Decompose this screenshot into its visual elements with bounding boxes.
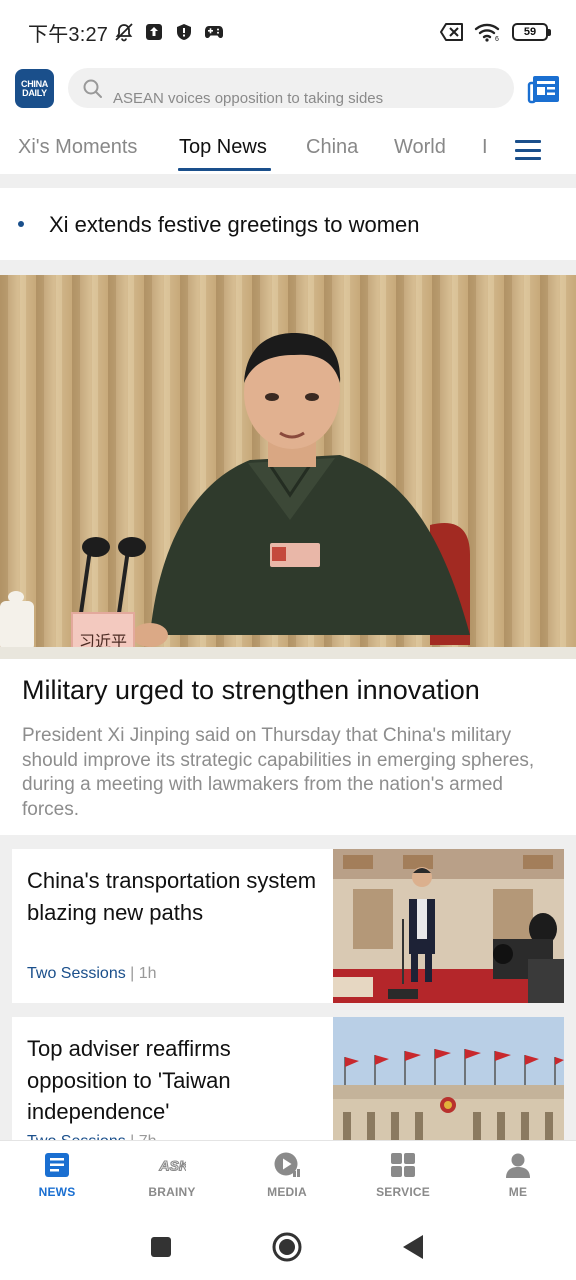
headline-bullet-item[interactable]: Xi extends festive greetings to women <box>0 188 576 260</box>
recents-square-icon[interactable] <box>146 1232 176 1262</box>
upload-icon <box>144 22 164 42</box>
epaper-icon[interactable] <box>527 74 561 104</box>
hero-image[interactable]: 习近平 <box>0 275 576 659</box>
nav-brainy[interactable]: ASK BRAINY <box>127 1151 217 1199</box>
sim-blocked-icon <box>440 22 464 42</box>
home-circle-icon[interactable] <box>272 1232 302 1262</box>
section-divider <box>0 260 576 275</box>
search-icon <box>82 78 104 100</box>
meta-separator: | <box>130 965 135 982</box>
tab-china[interactable]: China <box>306 136 358 159</box>
nav-news[interactable]: NEWS <box>12 1151 102 1199</box>
news-icon <box>43 1151 71 1179</box>
shield-icon <box>174 22 194 42</box>
user-icon <box>504 1151 532 1179</box>
battery-indicator: 59 <box>512 23 551 41</box>
status-system-icons: 6 59 <box>440 22 551 42</box>
tab-world[interactable]: World <box>394 136 446 159</box>
news-card[interactable]: China's transportation system blazing ne… <box>12 849 564 1003</box>
china-daily-logo[interactable]: CHINA DAILY <box>15 69 54 108</box>
news-card-title: China's transportation system blazing ne… <box>27 868 317 925</box>
status-bar: 下午3:27 6 59 <box>0 0 576 64</box>
tab-xis-moments[interactable]: Xi's Moments <box>18 136 137 159</box>
section-divider <box>0 174 576 188</box>
news-card-title: Top adviser reaffirms opposition to 'Tai… <box>27 1036 231 1124</box>
app-header: CHINA DAILY ASEAN voices opposition to t… <box>0 64 576 114</box>
ask-icon: ASK <box>158 1151 186 1179</box>
grid-icon <box>389 1151 417 1179</box>
category-tabs: Xi's Moments Top News China World I <box>0 130 576 174</box>
tab-menu-icon[interactable] <box>515 140 541 160</box>
status-time: 下午3:27 <box>28 23 109 46</box>
hero-title[interactable]: Military urged to strengthen innovation <box>22 675 562 706</box>
nav-me-label: ME <box>508 1185 528 1199</box>
back-triangle-icon[interactable] <box>398 1232 428 1262</box>
nav-service[interactable]: SERVICE <box>358 1151 448 1199</box>
hero-summary: President Xi Jinping said on Thursday th… <box>22 725 535 820</box>
nav-media-label: MEDIA <box>267 1185 307 1199</box>
news-card-thumbnail <box>333 849 564 1003</box>
active-tab-indicator <box>178 168 271 171</box>
news-card-meta: Two Sessions | 1h <box>27 965 157 983</box>
news-card-time: 1h <box>138 965 157 982</box>
wifi-icon: 6 <box>474 22 502 42</box>
search-bar[interactable]: ASEAN voices opposition to taking sides <box>68 68 514 108</box>
bottom-navigation: NEWS ASK BRAINY MEDIA SERVICE ME <box>0 1140 576 1212</box>
nav-service-label: SERVICE <box>376 1185 430 1199</box>
nav-media[interactable]: MEDIA <box>242 1151 332 1199</box>
headline-bullet-text: Xi extends festive greetings to women <box>49 212 420 237</box>
nav-news-label: NEWS <box>38 1185 76 1199</box>
system-navigation-bar <box>0 1212 576 1280</box>
status-notification-icons <box>114 22 224 42</box>
logo-line-2: DAILY <box>22 87 47 98</box>
gamepad-icon <box>204 22 224 42</box>
nav-brainy-label: BRAINY <box>148 1185 196 1199</box>
nav-me[interactable]: ME <box>473 1151 563 1199</box>
svg-text:6: 6 <box>495 36 499 42</box>
news-card-category: Two Sessions <box>27 965 126 982</box>
search-placeholder: ASEAN voices opposition to taking sides <box>113 90 384 107</box>
mute-bell-icon <box>114 22 134 42</box>
tab-top-news[interactable]: Top News <box>179 136 267 159</box>
tab-partial[interactable]: I <box>482 136 488 159</box>
media-play-icon <box>273 1151 301 1179</box>
bullet-dot <box>18 221 24 227</box>
